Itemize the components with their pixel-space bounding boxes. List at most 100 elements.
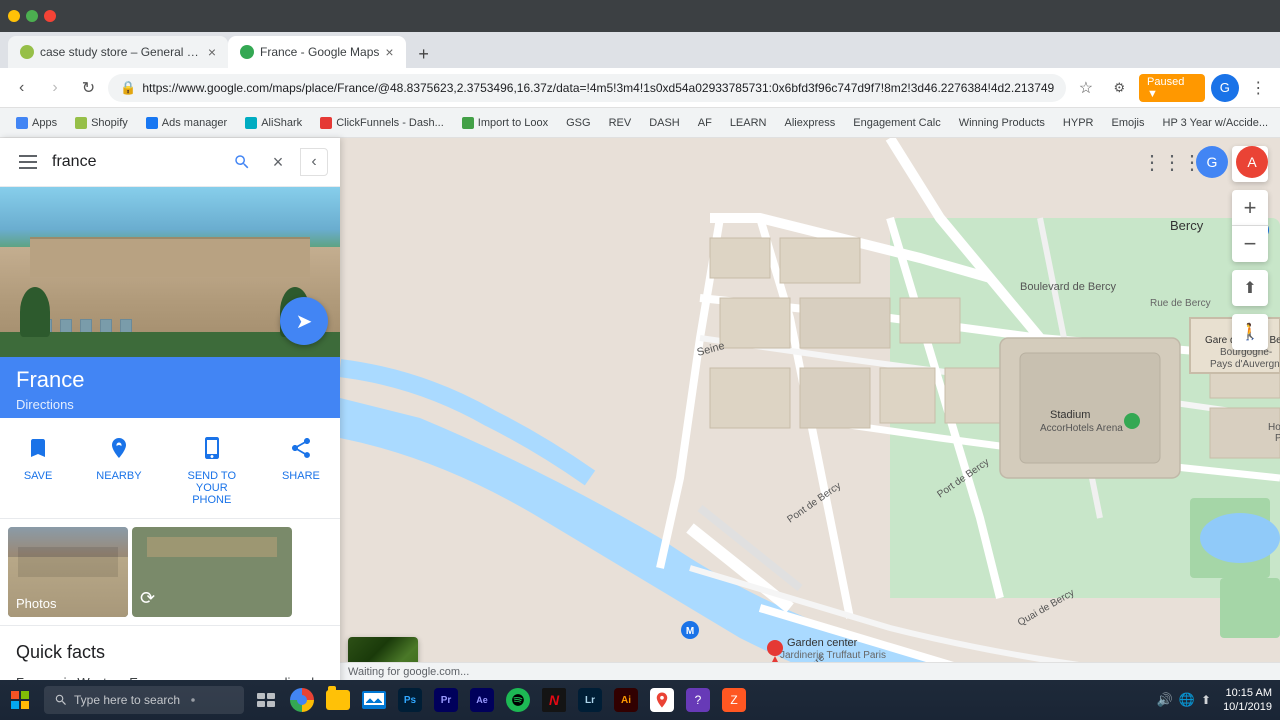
- google-account-avatar[interactable]: G: [1196, 146, 1228, 178]
- new-tab-button[interactable]: +: [410, 40, 438, 68]
- taskbar-mail[interactable]: [356, 680, 392, 720]
- taskbar-file-explorer[interactable]: [320, 680, 356, 720]
- reload-button[interactable]: ↻: [75, 74, 102, 102]
- forward-button[interactable]: ›: [41, 74, 68, 102]
- send-to-phone-action[interactable]: SEND TO YOUR PHONE: [182, 430, 242, 506]
- taskbar-premiere[interactable]: Pr: [428, 680, 464, 720]
- maps-search-input[interactable]: [52, 153, 220, 171]
- search-clear-button[interactable]: ×: [264, 148, 292, 176]
- minimize-btn[interactable]: [8, 10, 20, 22]
- svg-text:Garden center: Garden center: [787, 637, 858, 649]
- bookmark-clickfunnels[interactable]: ClickFunnels - Dash...: [312, 115, 452, 131]
- tab-bar: case study store – General – Sh... × Fra…: [0, 32, 1280, 68]
- bookmark-shopify[interactable]: Shopify: [67, 115, 136, 131]
- tab-2-close[interactable]: ×: [385, 44, 393, 60]
- bookmark-engagement[interactable]: Engagement Calc: [845, 115, 948, 131]
- svg-text:AccorHotels Arena: AccorHotels Arena: [1040, 423, 1123, 434]
- street-view-button[interactable]: 🚶: [1232, 314, 1268, 350]
- back-button[interactable]: ‹: [8, 74, 35, 102]
- phone-icon: [194, 430, 230, 466]
- nearby-icon: [101, 430, 137, 466]
- bookmark-af[interactable]: AF: [690, 115, 720, 131]
- pause-btn[interactable]: Paused ▼: [1139, 74, 1205, 102]
- svg-text:Pays d'Auvergne: Pays d'Auvergne: [1210, 359, 1280, 370]
- svg-text:Boulevard de Bercy: Boulevard de Bercy: [1020, 281, 1116, 293]
- bookmark-winning[interactable]: Winning Products: [951, 115, 1053, 131]
- action-buttons-row: SAVE NEARBY SEND TO YOUR PHONE: [0, 418, 340, 519]
- tab-1-favicon: [20, 45, 34, 59]
- taskbar-netflix[interactable]: N: [536, 680, 572, 720]
- nearby-label: NEARBY: [96, 470, 141, 482]
- bookmark-rev[interactable]: REV: [601, 115, 640, 131]
- google-apps-icon[interactable]: ⋮⋮⋮: [1156, 146, 1188, 178]
- bookmark-import[interactable]: Import to Loox: [454, 115, 556, 131]
- taskbar-unknown2[interactable]: Z: [716, 680, 752, 720]
- directions-button[interactable]: ➤: [280, 297, 328, 345]
- svg-text:M: M: [686, 626, 694, 637]
- bookmark-aliexpress[interactable]: Aliexpress: [777, 115, 844, 131]
- taskbar-photoshop[interactable]: Ps: [392, 680, 428, 720]
- place-header: France Directions: [0, 357, 340, 418]
- bookmark-hp[interactable]: HP 3 Year w/Accide...: [1155, 115, 1277, 131]
- bookmark-hypr[interactable]: HYPR: [1055, 115, 1102, 131]
- task-view-button[interactable]: [248, 680, 284, 720]
- bookmark-emojis[interactable]: Emojis: [1103, 115, 1152, 131]
- taskbar-after-effects[interactable]: Ae: [464, 680, 500, 720]
- svg-text:Stadium: Stadium: [1050, 409, 1090, 421]
- bookmark-alishark[interactable]: AliShark: [237, 115, 310, 131]
- place-hero-image: ➤: [0, 187, 340, 357]
- start-button[interactable]: [0, 680, 40, 720]
- hamburger-menu[interactable]: [12, 146, 44, 178]
- profile-btn[interactable]: G: [1211, 74, 1238, 102]
- compass-button[interactable]: ⬆: [1232, 270, 1268, 306]
- main-area: × ‹: [0, 138, 1280, 720]
- maximize-btn[interactable]: [26, 10, 38, 22]
- taskbar-search-bar[interactable]: Type here to search: [44, 686, 244, 714]
- map-area[interactable]: M M Bercy Boulevard de Bercy Rue de Berc…: [340, 138, 1280, 720]
- taskbar-search-text: Type here to search: [74, 693, 180, 707]
- star-btn[interactable]: ☆: [1072, 74, 1099, 102]
- tab-2-favicon: [240, 45, 254, 59]
- photo-3d-icon: ⟳: [140, 588, 155, 609]
- taskbar-unknown1[interactable]: ?: [680, 680, 716, 720]
- directions-link[interactable]: Directions: [16, 397, 324, 412]
- quick-facts-title: Quick facts: [16, 642, 324, 663]
- taskbar-maps[interactable]: [644, 680, 680, 720]
- lock-icon: 🔒: [120, 80, 136, 96]
- collapse-panel-button[interactable]: ‹: [300, 148, 328, 176]
- close-btn[interactable]: [44, 10, 56, 22]
- nearby-action[interactable]: NEARBY: [96, 430, 141, 506]
- google-account-picture[interactable]: A: [1236, 146, 1268, 178]
- tab-1[interactable]: case study store – General – Sh... ×: [8, 36, 228, 68]
- menu-btn[interactable]: ⋮: [1245, 74, 1272, 102]
- taskbar-illustrator[interactable]: Ai: [608, 680, 644, 720]
- photo-secondary[interactable]: ⟳: [132, 527, 292, 617]
- bookmark-dash[interactable]: DASH: [641, 115, 688, 131]
- bookmark-gsg[interactable]: GSG: [558, 115, 598, 131]
- tab-1-close[interactable]: ×: [208, 44, 216, 60]
- nav-bar: ‹ › ↻ 🔒 https://www.google.com/maps/plac…: [0, 68, 1280, 108]
- tab-2[interactable]: France - Google Maps ×: [228, 36, 406, 68]
- search-input-wrapper[interactable]: [52, 153, 220, 171]
- photo-main[interactable]: Photos: [8, 527, 128, 617]
- extensions-btn[interactable]: ⚙: [1106, 74, 1133, 102]
- send-to-phone-label: SEND TO YOUR PHONE: [182, 470, 242, 506]
- save-label: SAVE: [24, 470, 53, 482]
- maps-header-buttons: ⋮⋮⋮ G A: [1144, 138, 1280, 186]
- taskbar-spotify[interactable]: [500, 680, 536, 720]
- taskbar-lightroom[interactable]: Lr: [572, 680, 608, 720]
- status-text: Waiting for google.com...: [348, 666, 469, 678]
- taskbar-chrome[interactable]: [284, 680, 320, 720]
- share-action[interactable]: SHARE: [282, 430, 320, 506]
- address-bar[interactable]: 🔒 https://www.google.com/maps/place/Fran…: [108, 74, 1066, 102]
- search-button[interactable]: [228, 148, 256, 176]
- save-action[interactable]: SAVE: [20, 430, 56, 506]
- zoom-out-button[interactable]: −: [1232, 226, 1268, 262]
- bookmark-learn[interactable]: LEARN: [722, 115, 775, 131]
- zoom-in-button[interactable]: +: [1232, 190, 1268, 226]
- bookmark-apps[interactable]: Apps: [8, 115, 65, 131]
- bookmark-ads[interactable]: Ads manager: [138, 115, 235, 131]
- svg-text:Rue de Bercy: Rue de Bercy: [1150, 298, 1211, 309]
- system-tray: 🔊 🌐 ⬆ 10:15 AM 10/1/2019: [1149, 686, 1280, 715]
- taskbar: Type here to search: [0, 680, 1280, 720]
